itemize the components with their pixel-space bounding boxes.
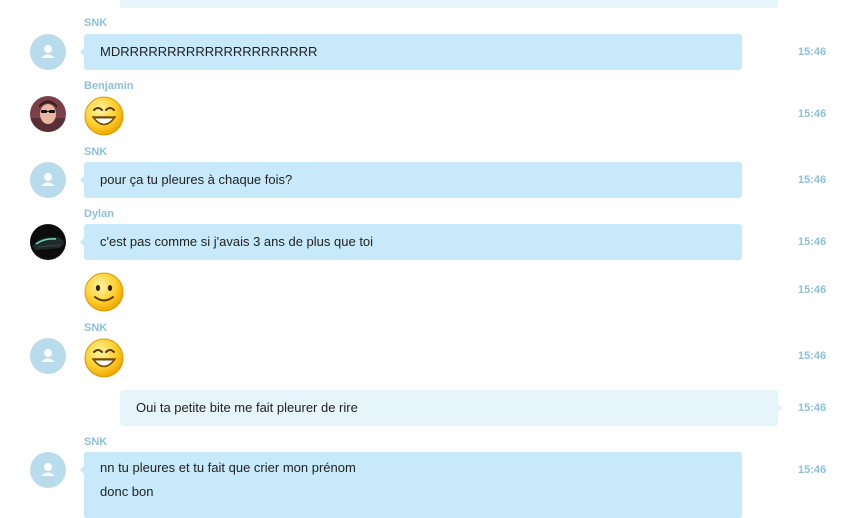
user-silhouette-icon xyxy=(41,463,55,476)
benjamin-avatar[interactable] xyxy=(30,96,66,132)
message-bubble[interactable]: MDRRRRRRRRRRRRRRRRRRRRR xyxy=(80,34,742,70)
sender-name: SNK xyxy=(84,146,108,158)
message-timestamp: 15:46 xyxy=(798,174,827,186)
message-bubble[interactable]: nn tu pleures et tu fait que crier mon p… xyxy=(80,452,742,518)
dylan-avatar[interactable] xyxy=(30,224,66,260)
user-silhouette-icon xyxy=(41,349,55,362)
sender-name: SNK xyxy=(84,436,108,448)
message-timestamp: 15:46 xyxy=(798,402,827,414)
message-timestamp: 15:46 xyxy=(798,108,827,120)
message-bubble[interactable]: c'est pas comme si j'avais 3 ans de plus… xyxy=(80,224,742,260)
previous-message-bubble xyxy=(120,0,778,8)
profile-photo-icon xyxy=(30,224,66,260)
grinning-face-emoji-icon xyxy=(84,96,124,136)
message-line: donc bon xyxy=(100,484,154,499)
message-timestamp: 15:46 xyxy=(798,284,827,296)
profile-photo-icon xyxy=(30,96,66,132)
default-avatar[interactable] xyxy=(30,338,66,374)
grinning-face-emoji-icon xyxy=(84,338,124,378)
sender-name: SNK xyxy=(84,17,108,29)
message-bubble[interactable]: pour ça tu pleures à chaque fois? xyxy=(80,162,742,198)
default-avatar[interactable] xyxy=(30,452,66,488)
default-avatar[interactable] xyxy=(30,34,66,70)
outgoing-message-bubble[interactable]: Oui ta petite bite me fait pleurer de ri… xyxy=(120,390,782,426)
user-silhouette-icon xyxy=(41,45,55,58)
message-line: nn tu pleures et tu fait que crier mon p… xyxy=(100,460,356,475)
message-timestamp: 15:46 xyxy=(798,236,827,248)
message-text: c'est pas comme si j'avais 3 ans de plus… xyxy=(100,234,374,249)
sender-name: SNK xyxy=(84,322,108,334)
default-avatar[interactable] xyxy=(30,162,66,198)
smiling-face-emoji-icon xyxy=(84,272,124,312)
chat-conversation: SNK MDRRRRRRRRRRRRRRRRRRRRR 15:46 Benjam… xyxy=(0,0,845,518)
message-timestamp: 15:46 xyxy=(798,350,827,362)
message-timestamp: 15:46 xyxy=(798,464,827,476)
message-text: Oui ta petite bite me fait pleurer de ri… xyxy=(136,400,358,415)
message-text: MDRRRRRRRRRRRRRRRRRRRRR xyxy=(100,44,318,59)
sender-name: Benjamin xyxy=(84,80,134,92)
sender-name: Dylan xyxy=(84,208,114,220)
message-text: pour ça tu pleures à chaque fois? xyxy=(100,172,293,187)
message-timestamp: 15:46 xyxy=(798,46,827,58)
user-silhouette-icon xyxy=(41,173,55,186)
